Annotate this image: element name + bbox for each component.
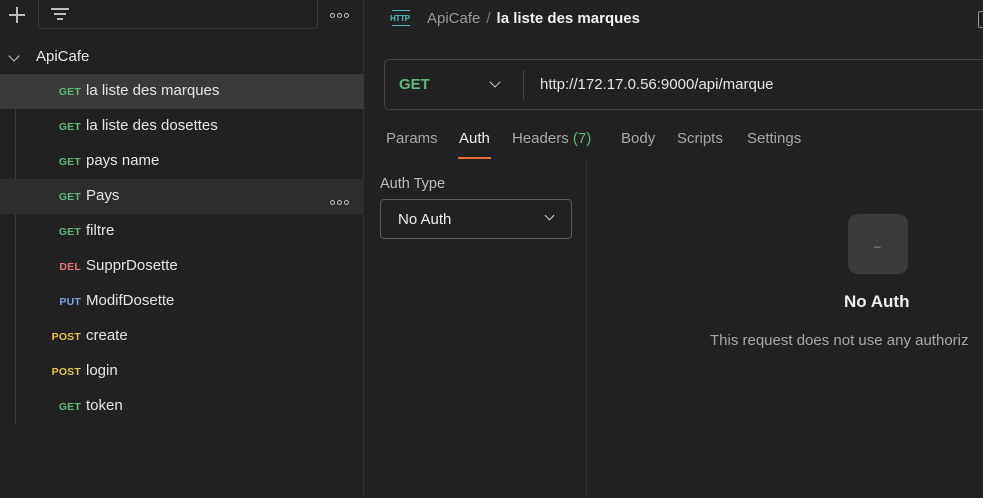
breadcrumb-collection[interactable]: ApiCafe bbox=[427, 10, 480, 27]
request-more-icon[interactable] bbox=[330, 193, 350, 211]
sidebar-more-icon[interactable] bbox=[330, 6, 352, 22]
method-select[interactable]: GET bbox=[399, 76, 430, 93]
filter-input[interactable] bbox=[38, 0, 318, 29]
request-name: la liste des dosettes bbox=[86, 117, 218, 134]
request-editor: HTTP ApiCafe / la liste des marques GET ht… bbox=[365, 0, 983, 498]
auth-panel: Auth Type No Auth bbox=[365, 160, 587, 498]
filter-icon bbox=[51, 6, 69, 22]
request-item[interactable]: GET pays name bbox=[0, 144, 364, 179]
collection-name: ApiCafe bbox=[36, 48, 90, 65]
tab-auth[interactable]: Auth bbox=[459, 130, 490, 147]
tab-scripts[interactable]: Scripts bbox=[677, 130, 723, 147]
tab-params[interactable]: Params bbox=[386, 130, 438, 147]
chevron-down-icon[interactable] bbox=[489, 76, 501, 88]
breadcrumb-request-title[interactable]: la liste des marques bbox=[497, 10, 640, 27]
divider bbox=[523, 70, 524, 100]
method-badge: DEL bbox=[59, 261, 81, 273]
request-name: pays name bbox=[86, 152, 160, 169]
collection-item[interactable]: ApiCafe bbox=[0, 40, 364, 74]
method-badge: GET bbox=[58, 401, 81, 413]
http-icon: HTTP bbox=[390, 10, 412, 30]
tab-headers-label: Headers bbox=[512, 130, 569, 147]
request-item[interactable]: DEL SupprDosette bbox=[0, 249, 364, 284]
method-badge: GET bbox=[58, 121, 81, 133]
chevron-down-icon bbox=[544, 210, 555, 221]
auth-type-select[interactable]: No Auth bbox=[380, 199, 572, 239]
request-name: login bbox=[86, 362, 118, 379]
request-name: create bbox=[86, 327, 128, 344]
method-badge: GET bbox=[58, 86, 81, 98]
no-auth-icon: – bbox=[848, 214, 908, 274]
request-item[interactable]: POST create bbox=[0, 319, 364, 354]
sidebar: ApiCafe GET la liste des marques GET la … bbox=[0, 0, 364, 498]
request-name: ModifDosette bbox=[86, 292, 175, 309]
method-badge: GET bbox=[58, 191, 81, 203]
method-badge: GET bbox=[58, 156, 81, 168]
request-name: filtre bbox=[86, 222, 115, 239]
auth-type-label: Auth Type bbox=[380, 176, 446, 192]
sidebar-toolbar bbox=[0, 0, 364, 30]
request-item[interactable]: GET token bbox=[0, 389, 364, 424]
request-name: SupprDosette bbox=[86, 257, 178, 274]
breadcrumb-separator: / bbox=[486, 10, 491, 27]
method-badge: POST bbox=[51, 331, 81, 343]
no-auth-description: This request does not use any authoriz bbox=[710, 332, 969, 349]
request-name: Pays bbox=[86, 187, 120, 204]
new-item-plus-icon[interactable] bbox=[6, 4, 28, 26]
request-item[interactable]: PUT ModifDosette bbox=[0, 284, 364, 319]
tab-settings[interactable]: Settings bbox=[747, 130, 801, 147]
request-item[interactable]: GET Pays bbox=[0, 179, 364, 214]
active-tab-indicator bbox=[458, 157, 491, 159]
auth-type-value: No Auth bbox=[398, 211, 452, 228]
no-auth-icon-glyph: – bbox=[874, 239, 881, 253]
request-name: token bbox=[86, 397, 123, 414]
method-badge: GET bbox=[58, 226, 81, 238]
headers-count-badge: (7) bbox=[572, 130, 592, 147]
method-badge: POST bbox=[51, 366, 81, 378]
tab-headers[interactable]: Headers (7) bbox=[512, 130, 591, 147]
request-item[interactable]: GET filtre bbox=[0, 214, 364, 249]
request-name: la liste des marques bbox=[86, 82, 220, 99]
no-auth-title: No Auth bbox=[844, 292, 910, 311]
url-bar: GET http://172.17.0.56:9000/api/marque bbox=[384, 59, 983, 110]
request-item[interactable]: POST login bbox=[0, 354, 364, 389]
method-badge: PUT bbox=[59, 296, 81, 308]
request-tabs: Params Auth Headers (7) Body Scripts Set… bbox=[384, 128, 983, 160]
tab-body[interactable]: Body bbox=[621, 130, 655, 147]
url-input[interactable]: http://172.17.0.56:9000/api/marque bbox=[540, 76, 774, 93]
request-item[interactable]: GET la liste des dosettes bbox=[0, 109, 364, 144]
chevron-down-icon bbox=[8, 50, 20, 62]
breadcrumb: ApiCafe / la liste des marques bbox=[427, 10, 640, 27]
request-item[interactable]: GET la liste des marques bbox=[0, 74, 364, 109]
save-icon[interactable] bbox=[978, 11, 983, 28]
